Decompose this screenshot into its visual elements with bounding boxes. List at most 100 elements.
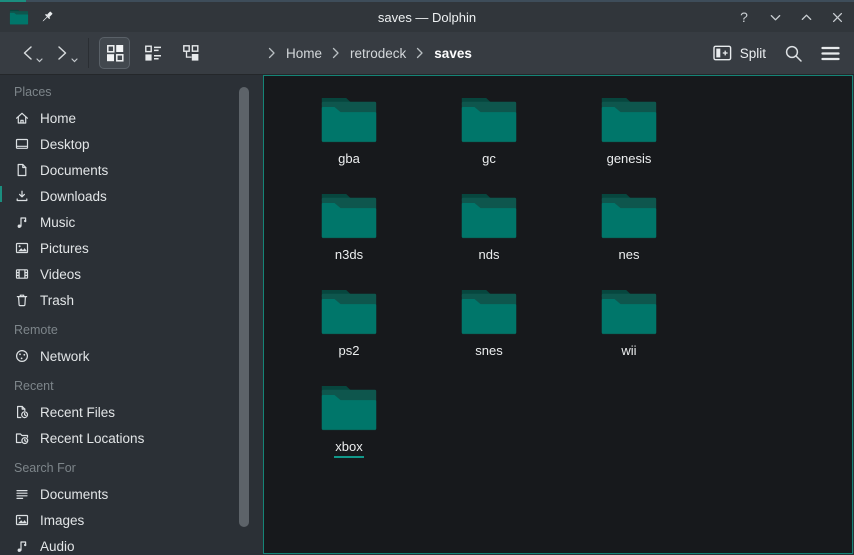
folder-grid: gba gc genesis n3ds nds nes ps2 snes wii xbox	[264, 76, 826, 472]
breadcrumb-item[interactable]: Home	[286, 46, 322, 61]
folder-icon	[319, 384, 379, 434]
pin-icon[interactable]	[40, 10, 55, 25]
sidebar-item-label: Documents	[40, 487, 108, 502]
toolbar: Home retrodeck saves Split	[0, 32, 854, 75]
folder-item[interactable]: snes	[419, 280, 559, 376]
sidebar-item-label: Downloads	[40, 189, 107, 204]
folder-item[interactable]: gc	[419, 88, 559, 184]
icons-view-button[interactable]	[99, 37, 130, 69]
picture-icon	[14, 512, 30, 528]
sidebar-item-audio[interactable]: Audio	[0, 533, 263, 555]
sidebar-item-recent-files[interactable]: Recent Files	[0, 399, 263, 425]
folder-item[interactable]: gba	[279, 88, 419, 184]
tree-view-icon	[182, 44, 200, 62]
folder-item[interactable]: genesis	[559, 88, 699, 184]
sidebar-item-label: Videos	[40, 267, 81, 282]
sidebar-item-label: Recent Locations	[40, 431, 144, 446]
folder-icon	[459, 192, 519, 242]
back-dropdown-icon[interactable]	[36, 50, 43, 68]
folder-item[interactable]: ps2	[279, 280, 419, 376]
sidebar-section-header: Search For	[0, 455, 263, 481]
split-button[interactable]: Split	[713, 45, 766, 61]
toolbar-separator	[88, 38, 89, 68]
recent-files-icon	[14, 404, 30, 420]
menu-button[interactable]	[821, 46, 840, 61]
folder-item[interactable]: wii	[559, 280, 699, 376]
sidebar-item-documents[interactable]: Documents	[0, 481, 263, 507]
breadcrumb-item[interactable]: retrodeck	[350, 46, 406, 61]
search-button[interactable]	[784, 44, 803, 63]
sidebar-item-label: Recent Files	[40, 405, 115, 420]
folder-item[interactable]: nes	[559, 184, 699, 280]
folder-label: gba	[337, 152, 361, 170]
folder-icon	[599, 192, 659, 242]
sidebar-section-header: Places	[0, 79, 263, 105]
sidebar-item-label: Documents	[40, 163, 108, 178]
tree-view-button[interactable]	[175, 37, 206, 69]
sidebar-item-recent-locations[interactable]: Recent Locations	[0, 425, 263, 451]
sidebar-item-desktop[interactable]: Desktop	[0, 131, 263, 157]
sidebar-item-label: Pictures	[40, 241, 89, 256]
folder-label: wii	[620, 344, 637, 362]
sidebar-item-pictures[interactable]: Pictures	[0, 235, 263, 261]
sidebar-item-label: Desktop	[40, 137, 90, 152]
breadcrumb-current[interactable]: saves	[434, 46, 472, 61]
sidebar-item-label: Audio	[40, 539, 75, 554]
folder-icon	[599, 288, 659, 338]
hamburger-menu-icon	[821, 46, 840, 61]
help-button[interactable]: ?	[736, 8, 752, 26]
forward-dropdown-icon[interactable]	[71, 50, 78, 68]
sidebar-item-label: Home	[40, 111, 76, 126]
folder-label: nes	[618, 248, 641, 266]
sidebar-item-documents[interactable]: Documents	[0, 157, 263, 183]
document-icon	[14, 162, 30, 178]
sidebar-item-network[interactable]: Network	[0, 343, 263, 369]
folder-item[interactable]: nds	[419, 184, 559, 280]
sidebar-item-trash[interactable]: Trash	[0, 287, 263, 313]
folder-label: xbox	[334, 440, 363, 458]
text-lines-icon	[14, 486, 30, 502]
folder-app-icon	[9, 9, 29, 26]
sidebar-item-label: Trash	[40, 293, 74, 308]
folder-icon	[319, 192, 379, 242]
sidebar-scrollbar[interactable]	[239, 87, 249, 527]
window-border-top	[0, 0, 854, 2]
folder-item[interactable]: n3ds	[279, 184, 419, 280]
folder-label: gc	[481, 152, 497, 170]
folder-label: genesis	[606, 152, 653, 170]
folder-icon	[319, 96, 379, 146]
folder-label: ps2	[338, 344, 361, 362]
search-icon	[784, 44, 803, 63]
folder-icon	[459, 288, 519, 338]
folder-item[interactable]: xbox	[279, 376, 419, 472]
sidebar-item-downloads[interactable]: Downloads	[0, 183, 263, 209]
download-icon	[14, 188, 30, 204]
forward-button[interactable]	[49, 36, 75, 70]
split-button-label: Split	[740, 46, 766, 61]
titlebar[interactable]: saves — Dolphin ?	[0, 2, 854, 32]
folder-view[interactable]: gba gc genesis n3ds nds nes ps2 snes wii xbox	[263, 75, 853, 554]
home-icon	[14, 110, 30, 126]
trash-icon	[14, 292, 30, 308]
close-icon[interactable]	[829, 8, 845, 26]
sidebar-item-music[interactable]: Music	[0, 209, 263, 235]
sidebar-item-home[interactable]: Home	[0, 105, 263, 131]
folder-icon	[459, 96, 519, 146]
folder-label: n3ds	[334, 248, 364, 266]
dolphin-window: saves — Dolphin ?	[0, 0, 854, 555]
window-body: Places Home Desktop Documents Downloads Music…	[0, 75, 854, 555]
icons-view-icon	[106, 44, 124, 62]
desktop-icon	[14, 136, 30, 152]
sidebar-item-videos[interactable]: Videos	[0, 261, 263, 287]
sidebar-item-label: Music	[40, 215, 75, 230]
sidebar-section-header: Recent	[0, 373, 263, 399]
breadcrumb-separator-icon	[268, 47, 276, 59]
minimize-button[interactable]	[767, 8, 783, 26]
maximize-button[interactable]	[798, 8, 814, 26]
details-view-button[interactable]	[137, 37, 168, 69]
folder-label: nds	[478, 248, 501, 266]
sidebar-item-images[interactable]: Images	[0, 507, 263, 533]
music-note-icon	[14, 538, 30, 554]
back-button[interactable]	[14, 36, 40, 70]
window-border-left-accent	[0, 186, 2, 202]
